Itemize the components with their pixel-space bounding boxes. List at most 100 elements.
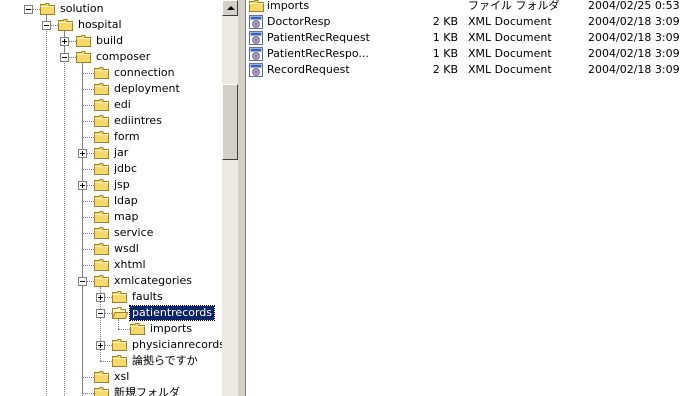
tree-node[interactable]: physicianrecords — [0, 337, 222, 353]
tree-node-label[interactable]: 論拠らですか — [130, 354, 200, 368]
file-list[interactable]: imports ファイル フォルダ 2004/02/25 0:53 DoctorRes… — [246, 0, 686, 396]
tree-node[interactable]: map — [0, 209, 222, 225]
folder-icon — [94, 114, 110, 127]
tree-node[interactable]: wsdl — [0, 241, 222, 257]
tree-node[interactable]: 論拠らですか — [0, 353, 222, 369]
file-row[interactable]: imports ファイル フォルダ 2004/02/25 0:53 — [246, 0, 686, 14]
folder-icon — [94, 178, 110, 191]
tree-node-label[interactable]: form — [112, 130, 142, 144]
tree-node-label[interactable]: service — [112, 226, 155, 240]
tree-node[interactable]: imports — [0, 321, 222, 337]
folder-tree[interactable]: solution hospital build composer connection d… — [0, 0, 222, 396]
tree-node-label[interactable]: composer — [94, 50, 152, 64]
file-size: 2 KB — [432, 15, 458, 28]
xml-icon — [249, 63, 263, 77]
file-size: 2 KB — [432, 63, 458, 76]
file-row[interactable]: PatientRecRespo... 1 KB XML Document 2004/0… — [246, 46, 686, 62]
tree-node-label[interactable]: 新規フォルダ — [112, 386, 182, 396]
tree-node-label[interactable]: deployment — [112, 82, 182, 96]
tree-node-label[interactable]: imports — [148, 322, 194, 336]
collapse-minus-icon[interactable] — [96, 309, 105, 318]
tree-node-label[interactable]: faults — [130, 290, 165, 304]
file-type: ファイル フォルダ — [468, 0, 560, 12]
tree-node-label[interactable]: connection — [112, 66, 177, 80]
file-date: 2004/02/18 3:09 — [588, 15, 680, 28]
tree-node-label[interactable]: jsp — [112, 178, 132, 192]
folder-icon — [76, 34, 92, 47]
tree-node-label[interactable]: edi — [112, 98, 133, 112]
file-size: 1 KB — [432, 47, 458, 60]
expand-plus-icon[interactable] — [96, 341, 105, 350]
tree-node[interactable]: ediintres — [0, 113, 222, 129]
file-row[interactable]: DoctorResp 2 KB XML Document 2004/02/18 3:0… — [246, 14, 686, 30]
tree-node[interactable]: xhtml — [0, 257, 222, 273]
explorer-window: solution hospital build composer connection d… — [0, 0, 686, 396]
scroll-thumb[interactable] — [222, 84, 238, 160]
folder-icon — [94, 146, 110, 159]
tree-node-label[interactable]: patientrecords — [128, 305, 216, 321]
collapse-minus-icon[interactable] — [78, 277, 87, 286]
tree-node-label[interactable]: jar — [112, 146, 130, 160]
expand-plus-icon[interactable] — [78, 149, 87, 158]
tree-node-label[interactable]: xhtml — [112, 258, 148, 272]
folder-icon — [112, 354, 128, 367]
expand-plus-icon[interactable] — [78, 181, 87, 190]
tree-node[interactable]: solution — [0, 1, 222, 17]
tree-node[interactable]: service — [0, 225, 222, 241]
tree-node[interactable]: 新規フォルダ — [0, 385, 222, 396]
tree-node[interactable]: deployment — [0, 81, 222, 97]
tree-node[interactable]: xsl — [0, 369, 222, 385]
tree-node[interactable]: jdbc — [0, 161, 222, 177]
folder-icon — [94, 242, 110, 255]
tree-node[interactable]: build — [0, 33, 222, 49]
file-size: 1 KB — [432, 31, 458, 44]
folder-icon — [94, 194, 110, 207]
folder-icon — [130, 322, 146, 335]
file-type: XML Document — [468, 47, 552, 60]
file-date: 2004/02/25 0:53 — [588, 0, 680, 12]
tree-node[interactable]: faults — [0, 289, 222, 305]
tree-node[interactable]: edi — [0, 97, 222, 113]
file-name: DoctorResp — [267, 15, 331, 28]
tree-node[interactable]: form — [0, 129, 222, 145]
tree-node-label[interactable]: solution — [58, 2, 106, 16]
tree-node[interactable]: ldap — [0, 193, 222, 209]
expand-plus-icon[interactable] — [60, 37, 69, 46]
folder-icon — [112, 290, 128, 303]
tree-node-label[interactable]: xsl — [112, 370, 131, 384]
tree-node-label[interactable]: jdbc — [112, 162, 139, 176]
tree-node[interactable]: composer — [0, 49, 222, 65]
tree-node[interactable]: xmlcategories — [0, 273, 222, 289]
folder-icon — [58, 18, 74, 31]
pane-splitter[interactable] — [238, 0, 246, 396]
tree-node[interactable]: jar — [0, 145, 222, 161]
collapse-minus-icon[interactable] — [60, 53, 69, 62]
folder-icon — [76, 50, 92, 63]
file-row[interactable]: RecordRequest 2 KB XML Document 2004/02/18 … — [246, 62, 686, 78]
expand-plus-icon[interactable] — [96, 293, 105, 302]
file-row[interactable]: PatientRecRequest 1 KB XML Document 2004/02… — [246, 30, 686, 46]
tree-node[interactable]: patientrecords — [0, 305, 222, 321]
scroll-up-arrow-icon[interactable] — [222, 0, 238, 16]
tree-node[interactable]: hospital — [0, 17, 222, 33]
tree-node-label[interactable]: build — [94, 34, 125, 48]
tree-node[interactable]: jsp — [0, 177, 222, 193]
file-type: XML Document — [468, 63, 552, 76]
folder-icon — [94, 226, 110, 239]
file-name: PatientRecRespo... — [267, 47, 369, 60]
tree-node-label[interactable]: xmlcategories — [112, 274, 194, 288]
folder-icon — [94, 258, 110, 271]
tree-node[interactable]: connection — [0, 65, 222, 81]
folder-icon — [94, 98, 110, 111]
tree-node-label[interactable]: ediintres — [112, 114, 164, 128]
tree-node-label[interactable]: wsdl — [112, 242, 141, 256]
folder-icon — [94, 82, 110, 95]
folder-icon — [94, 274, 110, 287]
tree-node-label[interactable]: ldap — [112, 194, 140, 208]
tree-node-label[interactable]: hospital — [76, 18, 124, 32]
tree-vertical-scrollbar[interactable] — [222, 0, 238, 396]
collapse-minus-icon[interactable] — [24, 5, 33, 14]
tree-node-label[interactable]: map — [112, 210, 140, 224]
collapse-minus-icon[interactable] — [42, 21, 51, 30]
tree-node-label[interactable]: physicianrecords — [130, 338, 222, 352]
